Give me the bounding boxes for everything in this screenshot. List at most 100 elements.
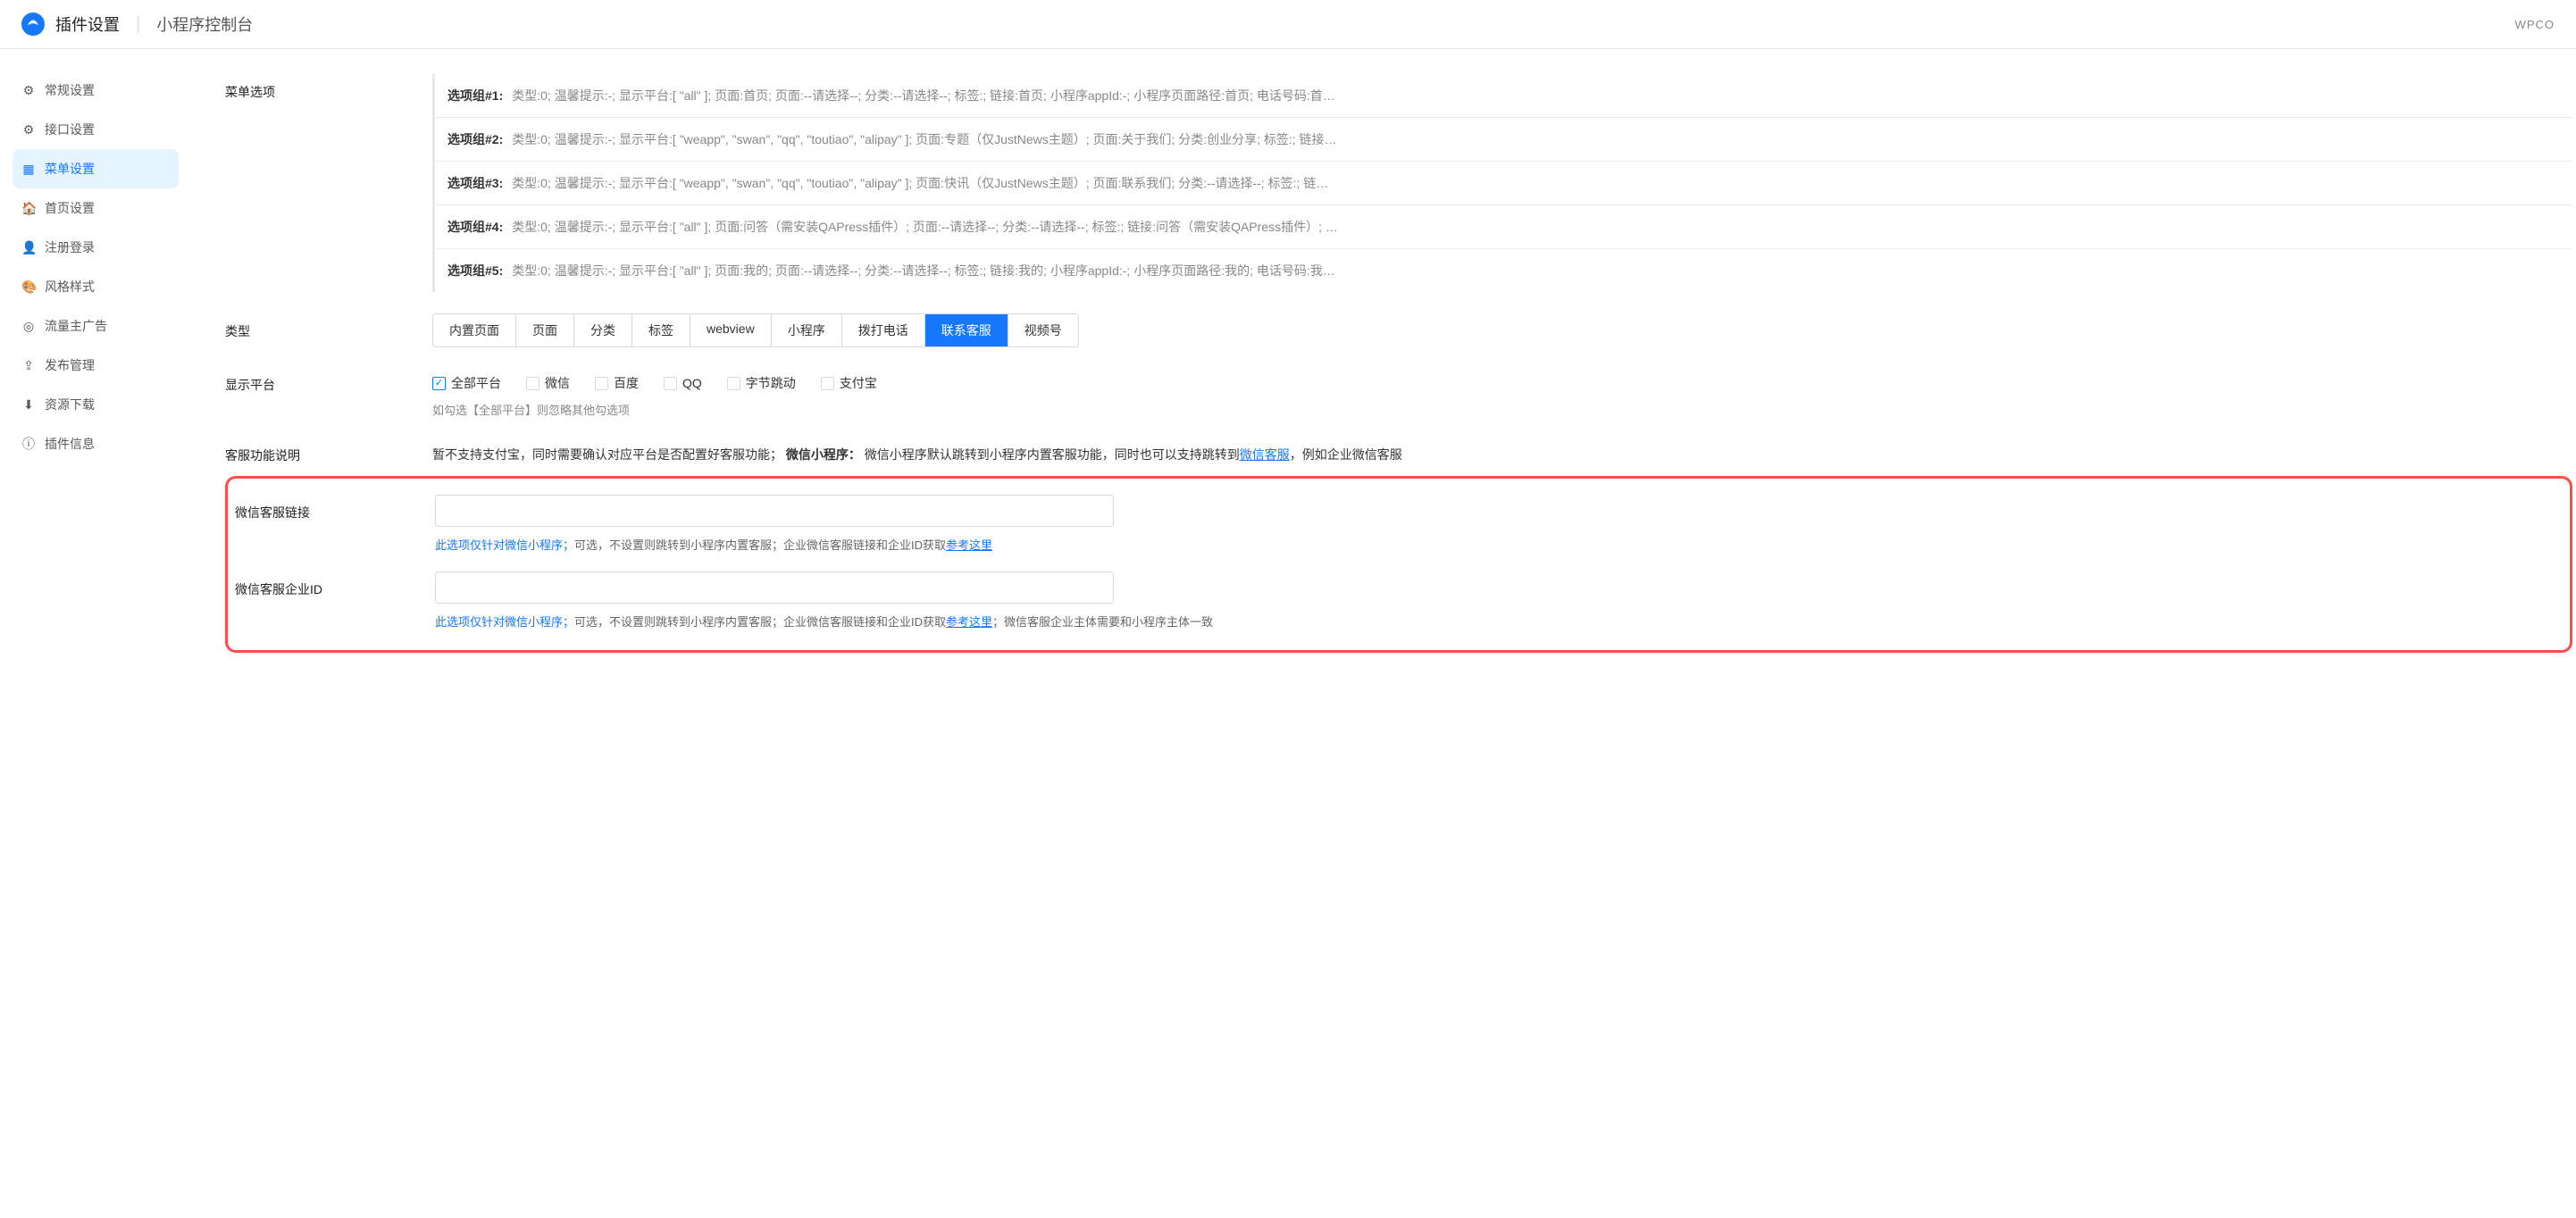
checkbox-icon — [727, 377, 740, 390]
sidebar: ⚙ 常规设置 ⚙ 接口设置 ▦ 菜单设置 🏠首页设置👤注册登录🎨风格样式◎流量主广告 ⇪ 发布管… — [0, 49, 188, 1216]
sidebar-item-6[interactable]: ◎流量主广告 — [4, 306, 188, 346]
menu-options-list: 选项组#1: 类型:0; 温馨提示:-; 显示平台:[ "all" ]; 页面:首… — [432, 74, 2572, 292]
platform-check-4[interactable]: 字节跳动 — [727, 374, 796, 392]
sidebar-icon: ⓘ — [21, 435, 36, 453]
wx-corp-hint: 此选项仅针对微信小程序；可选，不设置则跳转到小程序内置客服；企业微信客服链接和企… — [435, 613, 2563, 632]
sidebar-item-label: 流量主广告 — [45, 317, 107, 335]
type-tab-5[interactable]: 小程序 — [772, 314, 842, 346]
checkbox-icon — [595, 377, 608, 390]
type-tab-7[interactable]: 联系客服 — [925, 314, 1008, 346]
checkbox-icon — [526, 377, 539, 390]
highlight-box: 微信客服链接 此选项仅针对微信小程序；可选，不设置则跳转到小程序内置客服；企业微… — [225, 476, 2572, 653]
checkbox-icon — [664, 377, 677, 390]
option-val: 类型:0; 温馨提示:-; 显示平台:[ "weapp", "swan", "q… — [512, 174, 1328, 192]
option-row[interactable]: 选项组#3: 类型:0; 温馨提示:-; 显示平台:[ "weapp", "swa… — [435, 162, 2572, 205]
menu-options-label: 菜单选项 — [225, 74, 432, 101]
platform-checks: 全部平台 微信 百度 QQ 字节跳动 支付宝 — [432, 367, 2572, 392]
option-val: 类型:0; 温馨提示:-; 显示平台:[ "all" ]; 页面:问答（需安装Q… — [512, 218, 1338, 236]
sidebar-icon: ▦ — [21, 162, 36, 177]
service-desc-part2: 微信小程序默认跳转到小程序内置客服功能，同时也可以支持跳转到 — [865, 447, 1240, 462]
app-subtitle: 小程序控制台 — [156, 13, 253, 36]
sidebar-item-4[interactable]: 👤注册登录 — [4, 228, 188, 267]
type-tab-4[interactable]: webview — [690, 314, 772, 346]
wx-corp-input[interactable] — [435, 571, 1114, 604]
service-desc-label: 客服功能说明 — [225, 438, 432, 464]
option-val: 类型:0; 温馨提示:-; 显示平台:[ "weapp", "swan", "q… — [512, 130, 1336, 148]
sidebar-item-8[interactable]: ⬇资源下载 — [4, 385, 188, 424]
header-separator: | — [136, 14, 140, 35]
sidebar-icon: ⚙ — [21, 83, 36, 98]
option-key: 选项组#3: — [447, 174, 503, 192]
service-desc-part3: ，例如企业微信客服 — [1290, 447, 1402, 462]
option-key: 选项组#2: — [447, 130, 503, 148]
sidebar-item-label: 首页设置 — [45, 199, 95, 217]
sidebar-icon: ⚙ — [21, 122, 36, 138]
sidebar-item-label: 菜单设置 — [45, 160, 95, 178]
sidebar-item-label: 发布管理 — [45, 356, 95, 374]
wx-link-input[interactable] — [435, 495, 1114, 527]
app-header: 插件设置 | 小程序控制台 WPCO — [0, 0, 2576, 49]
option-row[interactable]: 选项组#5:类型:0; 温馨提示:-; 显示平台:[ "all" ]; 页面:我… — [435, 249, 2572, 292]
wx-link-hint-gray: 可选，不设置则跳转到小程序内置客服；企业微信客服链接和企业ID获取 — [574, 538, 946, 552]
app-logo-icon — [21, 13, 45, 36]
wx-corp-hint-gray2: ；微信客服企业主体需要和小程序主体一致 — [992, 615, 1213, 629]
sidebar-icon: ⇪ — [21, 358, 36, 373]
sidebar-item-9[interactable]: ⓘ 插件信息 — [4, 424, 188, 463]
platform-check-label: 支付宝 — [840, 374, 877, 392]
service-wechat-link[interactable]: 微信客服 — [1240, 447, 1290, 462]
type-tab-6[interactable]: 拨打电话 — [842, 314, 925, 346]
wx-corp-hint-gray1: 可选，不设置则跳转到小程序内置客服；企业微信客服链接和企业ID获取 — [574, 615, 946, 629]
type-tabs: 内置页面页面分类标签webview小程序拨打电话联系客服视频号 — [432, 313, 1079, 347]
sidebar-item-7[interactable]: ⇪ 发布管理 — [4, 346, 188, 385]
platform-check-label: 百度 — [614, 374, 639, 392]
type-label: 类型 — [225, 313, 432, 340]
platform-label: 显示平台 — [225, 367, 432, 394]
wx-corp-ref-link[interactable]: 参考这里 — [946, 615, 992, 629]
platform-check-label: 字节跳动 — [746, 374, 796, 392]
sidebar-item-3[interactable]: 🏠首页设置 — [4, 188, 188, 228]
sidebar-item-label: 资源下载 — [45, 396, 95, 413]
platform-check-label: QQ — [682, 376, 702, 390]
service-desc-text: 暂不支持支付宝，同时需要确认对应平台是否配置好客服功能； 微信小程序： 微信小程… — [432, 438, 2572, 467]
header-right-text: WPCO — [2515, 18, 2555, 31]
sidebar-icon: 🎨 — [21, 279, 36, 295]
main-content: 菜单选项 选项组#1: 类型:0; 温馨提示:-; 显示平台:[ "all" ];… — [188, 49, 2576, 1216]
platform-check-2[interactable]: 百度 — [595, 374, 639, 392]
option-val: 类型:0; 温馨提示:-; 显示平台:[ "all" ]; 页面:我的; 页面:… — [512, 262, 1335, 279]
sidebar-item-2[interactable]: ▦ 菜单设置 — [13, 149, 179, 188]
type-tab-8[interactable]: 视频号 — [1008, 314, 1078, 346]
wx-corp-label: 微信客服企业ID — [235, 571, 435, 598]
sidebar-item-label: 接口设置 — [45, 121, 95, 138]
type-tab-1[interactable]: 页面 — [516, 314, 574, 346]
platform-hint: 如勾选【全部平台】则忽略其他勾选项 — [432, 401, 2572, 418]
option-key: 选项组#1: — [447, 87, 503, 104]
sidebar-item-label: 注册登录 — [45, 238, 95, 256]
wx-link-ref-link[interactable]: 参考这里 — [946, 538, 992, 552]
app-title: 插件设置 — [55, 13, 120, 36]
option-row[interactable]: 选项组#4:类型:0; 温馨提示:-; 显示平台:[ "all" ]; 页面:问… — [435, 205, 2572, 249]
type-tab-3[interactable]: 标签 — [632, 314, 690, 346]
platform-check-5[interactable]: 支付宝 — [821, 374, 877, 392]
wx-link-hint-blue: 此选项仅针对微信小程序； — [435, 538, 574, 552]
option-row[interactable]: 选项组#1: 类型:0; 温馨提示:-; 显示平台:[ "all" ]; 页面:首… — [435, 74, 2572, 118]
type-tab-0[interactable]: 内置页面 — [433, 314, 516, 346]
wx-link-label: 微信客服链接 — [235, 495, 435, 521]
platform-check-0[interactable]: 全部平台 — [432, 374, 501, 392]
sidebar-item-0[interactable]: ⚙ 常规设置 — [4, 71, 188, 110]
platform-check-3[interactable]: QQ — [664, 376, 702, 390]
sidebar-item-label: 常规设置 — [45, 81, 95, 99]
wx-link-hint: 此选项仅针对微信小程序；可选，不设置则跳转到小程序内置客服；企业微信客服链接和企… — [435, 536, 2563, 555]
platform-check-1[interactable]: 微信 — [526, 374, 570, 392]
service-desc-part1: 暂不支持支付宝，同时需要确认对应平台是否配置好客服功能； — [432, 447, 782, 462]
sidebar-item-label: 插件信息 — [45, 435, 95, 453]
platform-check-label: 微信 — [545, 374, 570, 392]
option-val: 类型:0; 温馨提示:-; 显示平台:[ "all" ]; 页面:首页; 页面:… — [512, 87, 1335, 104]
sidebar-item-5[interactable]: 🎨风格样式 — [4, 267, 188, 306]
type-tab-2[interactable]: 分类 — [574, 314, 632, 346]
wx-corp-hint-blue: 此选项仅针对微信小程序； — [435, 615, 574, 629]
option-row[interactable]: 选项组#2: 类型:0; 温馨提示:-; 显示平台:[ "weapp", "swa… — [435, 118, 2572, 162]
platform-check-label: 全部平台 — [451, 374, 501, 392]
service-desc-bold: 微信小程序： — [786, 447, 861, 462]
sidebar-item-1[interactable]: ⚙ 接口设置 — [4, 110, 188, 149]
checkbox-icon — [821, 377, 834, 390]
